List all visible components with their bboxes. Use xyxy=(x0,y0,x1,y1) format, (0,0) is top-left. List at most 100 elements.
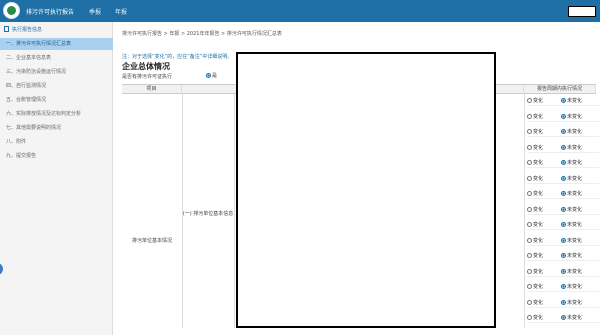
radio-unchanged[interactable]: 未变化 xyxy=(561,236,595,246)
breadcrumb: 排污许可执行报告 > 年报 > 2021年年报告 > 排污许可执行情况汇总表 xyxy=(122,31,282,37)
radio-unchanged[interactable]: 未变化 xyxy=(561,298,595,308)
radio-checked-icon xyxy=(561,206,566,212)
sidebar-collapse-handle[interactable] xyxy=(0,263,3,275)
question-label: 是否有排污许可证执行 xyxy=(122,74,173,80)
radio-changed[interactable]: 变化 xyxy=(527,96,561,106)
status-row: 变化 未变化 xyxy=(527,313,599,323)
radio-unchanged[interactable]: 未变化 xyxy=(561,96,595,106)
status-row: 变化 未变化 xyxy=(527,220,599,230)
radio-checked-icon xyxy=(561,268,566,274)
radio-unchecked-icon xyxy=(527,299,532,305)
radio-unchecked-icon xyxy=(527,175,532,181)
item-cell: 排污单位基本情况 xyxy=(131,238,172,244)
sub-item-cell: (一) 排污单位基本信息 xyxy=(182,211,234,217)
radio-unchanged[interactable]: 未变化 xyxy=(561,282,595,292)
radio-checked-icon xyxy=(561,237,566,243)
app-title: 排污许可执行报告 xyxy=(26,9,75,16)
radio-unchanged[interactable]: 未变化 xyxy=(561,127,595,137)
radio-unchanged[interactable]: 未变化 xyxy=(561,143,595,153)
radio-unchecked-icon xyxy=(527,253,532,258)
radio-checked-icon xyxy=(561,160,566,165)
radio-unchanged[interactable]: 未变化 xyxy=(561,220,595,230)
radio-changed[interactable]: 变化 xyxy=(527,220,561,230)
section-title: 企业总体情况 xyxy=(122,62,170,71)
radio-unchecked-icon xyxy=(527,98,532,103)
radio-changed[interactable]: 变化 xyxy=(527,298,561,308)
radio-unchecked-icon xyxy=(527,144,532,150)
radio-changed[interactable]: 变化 xyxy=(527,251,561,261)
divider xyxy=(524,94,525,328)
radio-checked-icon xyxy=(561,284,566,289)
radio-checked-icon xyxy=(561,113,566,119)
content-area[interactable] xyxy=(236,52,496,328)
radio-checked-icon xyxy=(561,98,566,103)
status-row: 变化 未变化 xyxy=(527,298,599,308)
sidebar: 执行报告信息 一、排污许可执行情况汇总表 二、企业基本信息表 三、污染防治设施运… xyxy=(0,22,113,335)
radio-unchecked-icon xyxy=(527,160,532,165)
radio-unchecked-icon xyxy=(527,222,532,227)
document-icon xyxy=(4,26,9,32)
sidebar-item-ledger[interactable]: 五、台账管理情况 xyxy=(0,94,113,106)
radio-unchecked-icon xyxy=(527,268,532,274)
user-box[interactable] xyxy=(568,6,596,17)
divider xyxy=(234,94,235,328)
radio-unchecked-icon xyxy=(527,113,532,119)
radio-changed[interactable]: 变化 xyxy=(527,267,561,277)
status-row: 变化 未变化 xyxy=(527,282,599,292)
radio-checked-icon xyxy=(561,299,566,305)
sidebar-item-self-monitoring[interactable]: 四、自行监测情况 xyxy=(0,80,113,92)
radio-changed[interactable]: 变化 xyxy=(527,205,561,215)
radio-unchanged[interactable]: 未变化 xyxy=(561,267,595,277)
status-row: 变化 未变化 xyxy=(527,143,599,153)
status-row: 变化 未变化 xyxy=(527,112,599,122)
radio-unchecked-icon xyxy=(527,191,532,196)
radio-changed[interactable]: 变化 xyxy=(527,236,561,246)
radio-checked-icon xyxy=(561,175,566,181)
radio-unchanged[interactable]: 未变化 xyxy=(561,158,595,168)
status-row: 变化 未变化 xyxy=(527,236,599,246)
radio-unchanged[interactable]: 未变化 xyxy=(561,174,595,184)
sidebar-item-pollution-control[interactable]: 三、污染防治设施运行情况 xyxy=(0,66,113,78)
status-row: 变化 未变化 xyxy=(527,96,599,106)
radio-changed[interactable]: 变化 xyxy=(527,158,561,168)
radio-checked-icon xyxy=(561,144,566,150)
note-text: 注：对于选择“变化”的，应在“备注”中详细说明。 xyxy=(122,54,233,60)
radio-changed[interactable]: 变化 xyxy=(527,143,561,153)
radio-unchanged[interactable]: 未变化 xyxy=(561,251,595,261)
radio-checked-icon xyxy=(561,191,566,196)
status-row: 变化 未变化 xyxy=(527,127,599,137)
sidebar-item-emissions[interactable]: 六、实际排放情况及达标判定分析 xyxy=(0,108,113,120)
sidebar-item-other[interactable]: 七、其他需要说明的情况 xyxy=(0,122,113,134)
radio-changed[interactable]: 变化 xyxy=(527,112,561,122)
sidebar-item-attachments[interactable]: 八、附件 xyxy=(0,136,113,148)
logo-icon xyxy=(3,2,20,19)
radio-unchanged[interactable]: 未变化 xyxy=(561,313,595,323)
radio-unchanged[interactable]: 未变化 xyxy=(561,189,595,199)
sidebar-item-summary[interactable]: 一、排污许可执行情况汇总表 xyxy=(0,38,113,50)
radio-unchanged[interactable]: 未变化 xyxy=(561,205,595,215)
status-row: 变化 未变化 xyxy=(527,205,599,215)
radio-changed[interactable]: 变化 xyxy=(527,127,561,137)
sidebar-item-submit[interactable]: 九、提交报告 xyxy=(0,150,113,162)
radio-unchecked-icon xyxy=(527,237,532,243)
radio-changed[interactable]: 变化 xyxy=(527,313,561,323)
radio-checked-icon xyxy=(561,222,566,227)
nav-quarterly[interactable]: 季报 xyxy=(89,7,101,16)
status-row: 变化 未变化 xyxy=(527,267,599,277)
radio-checked-icon xyxy=(561,315,566,320)
radio-checked-icon xyxy=(206,73,211,78)
sidebar-header: 执行报告信息 xyxy=(0,25,113,36)
radio-changed[interactable]: 变化 xyxy=(527,189,561,199)
radio-changed[interactable]: 变化 xyxy=(527,174,561,184)
radio-changed[interactable]: 变化 xyxy=(527,282,561,292)
top-bar: 排污许可执行报告 季报 年报 xyxy=(0,0,600,22)
radio-unchecked-icon xyxy=(527,206,532,212)
radio-checked-icon xyxy=(561,129,566,134)
sidebar-item-basic-info[interactable]: 二、企业基本信息表 xyxy=(0,52,113,64)
radio-unchanged[interactable]: 未变化 xyxy=(561,112,595,122)
status-row: 变化 未变化 xyxy=(527,158,599,168)
status-row: 变化 未变化 xyxy=(527,174,599,184)
radio-yes[interactable]: 是 xyxy=(206,72,217,79)
nav-annual[interactable]: 年报 xyxy=(115,7,127,16)
radio-checked-icon xyxy=(561,253,566,258)
